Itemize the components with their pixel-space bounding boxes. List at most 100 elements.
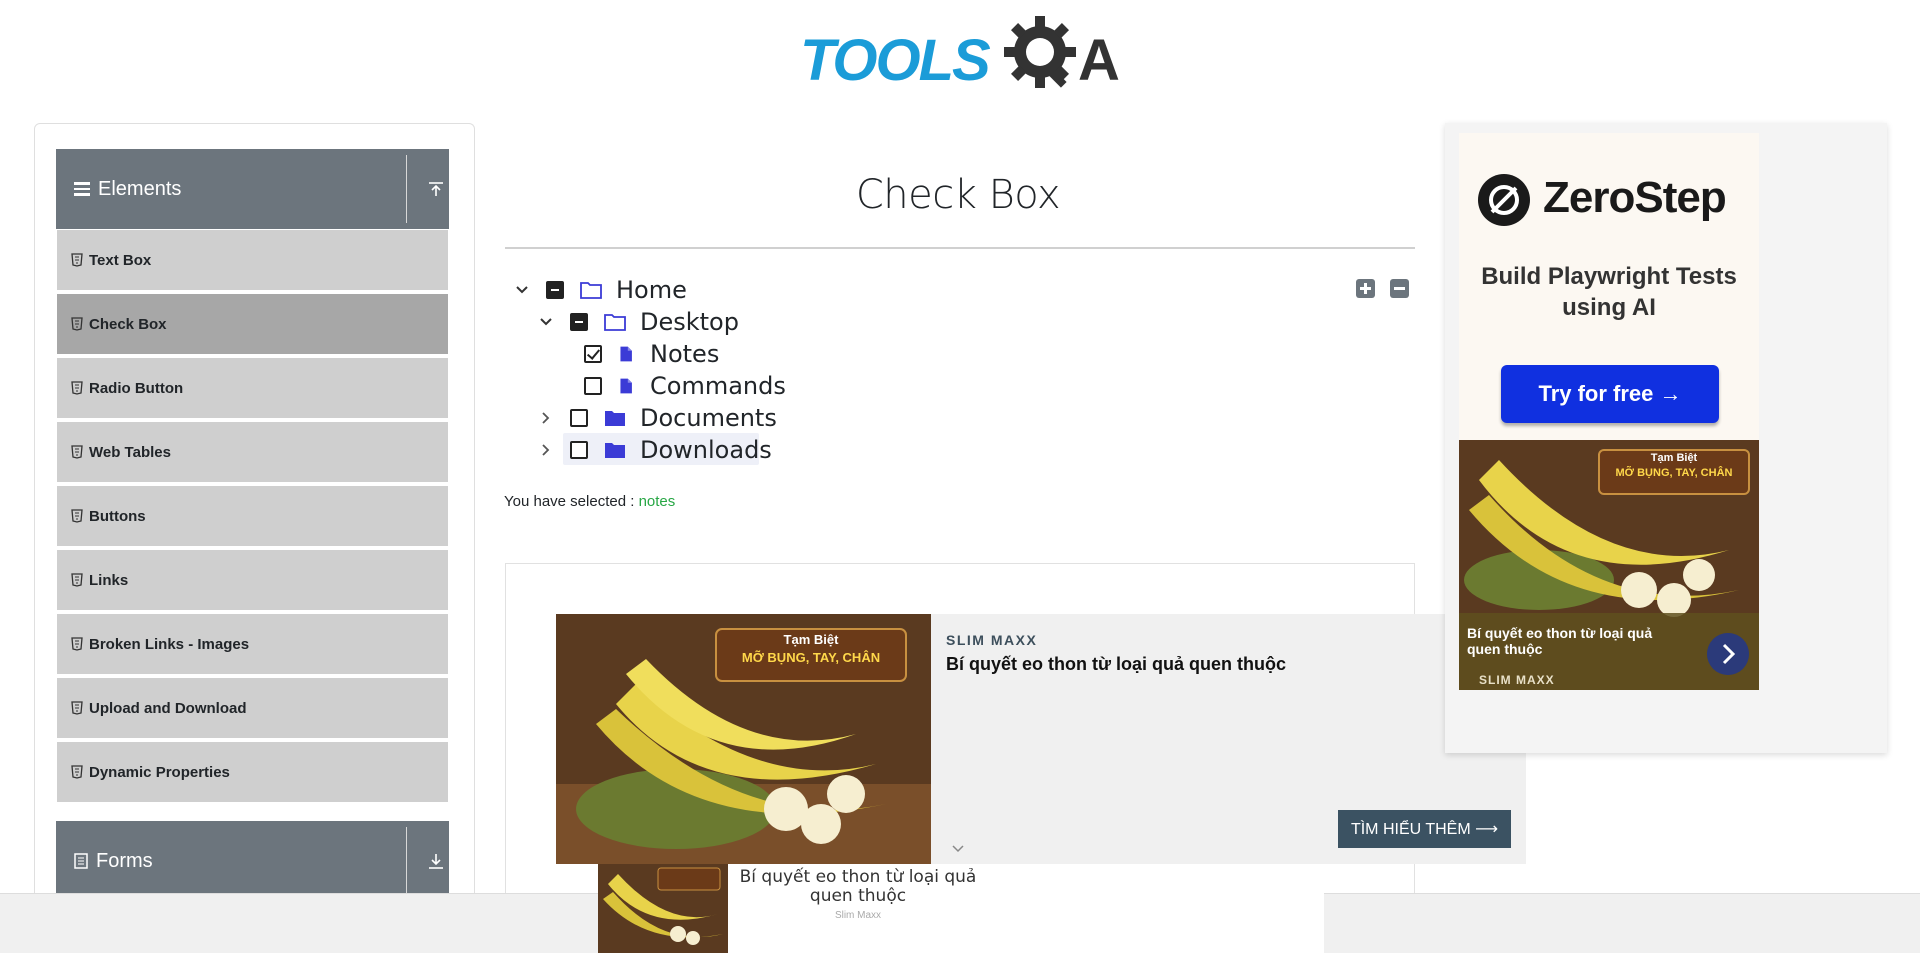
html5-icon (71, 317, 83, 331)
sidebar-item-label: Links (89, 571, 129, 589)
tree-node-notes: Notes (584, 339, 719, 369)
tree-node-desktop: Desktop (536, 307, 739, 337)
sidebar-item-links[interactable]: Links (57, 550, 448, 612)
sidebar-item-label: Buttons (89, 507, 146, 525)
sidebar-item-text-box[interactable]: Text Box (57, 230, 448, 292)
divider (406, 155, 407, 223)
sidebar-group-elements[interactable]: Elements (56, 149, 449, 229)
expand-all-button[interactable] (1356, 279, 1375, 298)
logo-text-a: A (1078, 28, 1120, 93)
chevron-right-icon[interactable] (536, 440, 556, 460)
sidebar-item-label: Upload and Download (89, 699, 247, 717)
divider (406, 827, 407, 895)
tree-label-home[interactable]: Home (616, 276, 687, 304)
page-title: Check Box (855, 172, 1061, 218)
chevron-down-icon[interactable] (512, 280, 532, 300)
toolsqa-logo[interactable]: TOOLS A (800, 14, 1125, 94)
zerostep-subtitle: Build Playwright Tests using AI (1481, 263, 1737, 321)
tree-label-downloads[interactable]: Downloads (640, 436, 772, 464)
html5-icon (71, 573, 83, 587)
sidebar-item-label: Radio Button (89, 379, 184, 397)
tree-label-desktop[interactable]: Desktop (640, 308, 739, 336)
folder-open-icon (580, 282, 602, 299)
bottom-ad[interactable]: Bí quyết eo thon từ loại quả quen thuộc … (598, 864, 1324, 953)
tree-label-documents[interactable]: Documents (640, 404, 777, 432)
logo-text-tools: TOOLS (800, 28, 991, 93)
collapse-all-button[interactable] (1390, 279, 1409, 298)
zerostep-ad-card[interactable]: ZeroStep Build Playwright Tests using AI… (1459, 133, 1759, 463)
checkbox-commands[interactable] (584, 377, 602, 395)
result-value: notes (638, 493, 676, 510)
html5-icon (71, 509, 83, 523)
sidebar-item-label: Check Box (89, 315, 167, 333)
tree-node-downloads: Downloads (536, 435, 772, 465)
ad-brand: SLIM MAXX (1479, 673, 1555, 687)
collapse-up-icon[interactable] (426, 179, 446, 199)
chevron-right-icon[interactable] (536, 408, 556, 428)
folder-open-icon (604, 314, 626, 331)
ad-image-bananas (598, 864, 728, 953)
document-icon (74, 853, 88, 869)
sidebar-item-buttons[interactable]: Buttons (57, 486, 448, 548)
sidebar-item-label: Web Tables (89, 443, 171, 461)
group-label: Forms (96, 849, 153, 872)
sidebar-item-label: Text Box (89, 251, 152, 269)
sidebar-item-upload-download[interactable]: Upload and Download (57, 678, 448, 740)
ad-overlay[interactable]: Bí quyết eo thon từ loại quả quen thuộc … (1459, 613, 1759, 690)
sidebar-item-label: Dynamic Properties (89, 763, 230, 781)
checkbox-notes[interactable] (584, 345, 602, 363)
ad-image-caption-2: MỠ BỤNG, TAY, CHÂN (741, 650, 881, 665)
title-divider (505, 247, 1415, 249)
html5-icon (71, 765, 83, 779)
expand-down-icon[interactable] (426, 851, 446, 871)
gear-icon (1004, 16, 1076, 88)
ad-sidebar-right[interactable]: ZeroStep Build Playwright Tests using AI… (1445, 123, 1887, 753)
sidebar-item-dynamic-properties[interactable]: Dynamic Properties (57, 742, 448, 804)
ad-headline: Bí quyết eo thon từ loại quả quen thuộc (739, 867, 977, 906)
checkbox-downloads[interactable] (570, 441, 588, 459)
ad-image-caption-1: Tạm Biệt (783, 632, 839, 647)
ad-banner-main[interactable]: Tạm Biệt MỠ BỤNG, TAY, CHÂN SLIM MAXX Bí… (556, 614, 1526, 864)
sidebar-group-forms[interactable]: Forms (56, 821, 449, 901)
chevron-down-icon[interactable] (536, 312, 556, 332)
ad-cta-button[interactable]: TÌM HIỂU THÊM ⟶ (1338, 810, 1511, 848)
sidebar-item-check-box[interactable]: Check Box (57, 294, 448, 356)
zerostep-logo-icon (1478, 174, 1530, 226)
html5-icon (71, 253, 83, 267)
checkbox-documents[interactable] (570, 409, 588, 427)
ad-brand: SLIM MAXX (946, 632, 1038, 648)
ad-brand: Slim Maxx (834, 910, 882, 921)
sidebar-item-label: Broken Links - Images (89, 635, 250, 653)
chevron-right-icon[interactable] (1707, 633, 1749, 675)
selection-result: You have selected : notes (504, 493, 675, 510)
tree-node-documents: Documents (536, 403, 777, 433)
sidebar: Elements Text Box Check Box Radio Button… (34, 123, 475, 953)
result-label: You have selected : (504, 493, 635, 510)
site-header: TOOLS A (0, 0, 1920, 100)
html5-icon (71, 637, 83, 651)
ad-image-caption-1: Tạm Biệt (1650, 452, 1698, 464)
ad-image-caption-2: MỠ BỤNG, TAY, CHÂN (1615, 467, 1733, 479)
sidebar-item-web-tables[interactable]: Web Tables (57, 422, 448, 484)
ad-headline: Bí quyết eo thon từ loại quả quen thuộc (1467, 625, 1653, 657)
sidebar-item-broken-links[interactable]: Broken Links - Images (57, 614, 448, 676)
ad-headline[interactable]: Bí quyết eo thon từ loại quả quen thuộc (946, 654, 1286, 675)
chevron-down-icon[interactable] (951, 844, 965, 854)
group-label: Elements (98, 177, 182, 200)
zerostep-brand-name: ZeroStep (1543, 173, 1727, 222)
tree-label-commands[interactable]: Commands (650, 372, 786, 400)
file-icon (620, 346, 632, 362)
checkbox-home[interactable] (546, 281, 564, 299)
tree-node-commands: Commands (584, 371, 786, 401)
tree-label-notes[interactable]: Notes (650, 340, 719, 368)
sidebar-item-radio-button[interactable]: Radio Button (57, 358, 448, 420)
tree-node-home: Home (512, 275, 687, 305)
html5-icon (71, 445, 83, 459)
hamburger-icon (74, 182, 90, 196)
html5-icon (71, 701, 83, 715)
try-for-free-button[interactable]: Try for free → (1501, 365, 1719, 423)
folder-icon (605, 443, 625, 458)
checkbox-desktop[interactable] (570, 313, 588, 331)
html5-icon (71, 381, 83, 395)
folder-icon (605, 411, 625, 426)
